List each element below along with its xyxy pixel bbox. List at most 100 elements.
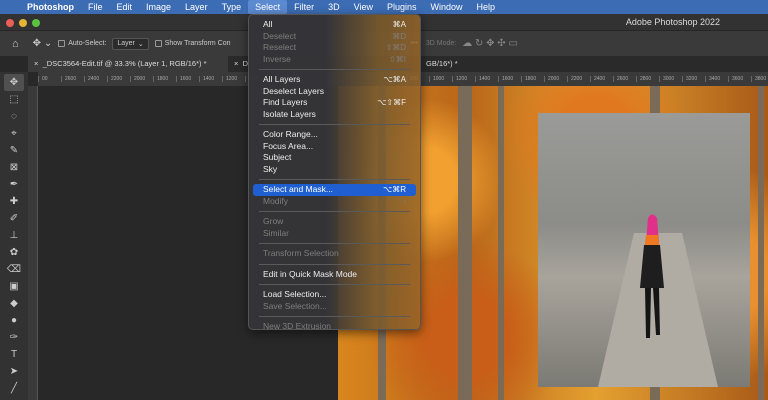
tool-icon-4[interactable]: ✎: [4, 142, 24, 159]
zoom-button[interactable]: [32, 19, 40, 27]
3d-tools-icons[interactable]: ☁ ↻ ✥ ✣ ▭: [462, 38, 518, 49]
3d-mode-label: 3D Mode:: [425, 40, 457, 47]
menu-help[interactable]: Help: [470, 0, 503, 14]
ruler-tick: 2600: [61, 76, 84, 82]
menu-item-label: Load Selection...: [263, 289, 327, 299]
tool-icon-8[interactable]: ✐: [4, 210, 24, 227]
ruler-tick: 2800: [636, 76, 659, 82]
menu-image[interactable]: Image: [139, 0, 178, 14]
home-icon[interactable]: ⌂: [12, 38, 19, 50]
menu-item-label: Modify: [263, 195, 289, 206]
menu-photoshop[interactable]: Photoshop: [20, 0, 81, 14]
layer-dropdown[interactable]: Layer ⌄: [112, 37, 149, 50]
tool-icon-1[interactable]: ⬚: [4, 91, 24, 108]
ruler-tick: 2200: [567, 76, 590, 82]
tool-icon-6[interactable]: ✒: [4, 176, 24, 193]
menu-item-label: Edit in Quick Mask Mode: [263, 268, 358, 279]
tool-icon-11[interactable]: ⌫: [4, 261, 24, 278]
menu-layer[interactable]: Layer: [178, 0, 215, 14]
menu-item-label: Sky: [263, 163, 278, 174]
tool-icon-18[interactable]: ╱: [4, 380, 24, 397]
apple-icon[interactable]: [0, 0, 20, 14]
ruler-tick: 3000: [659, 76, 682, 82]
menu-item-label: New 3D Extrusion: [263, 321, 332, 331]
tool-icon-12[interactable]: ▣: [4, 278, 24, 295]
menu-select[interactable]: Select: [248, 0, 288, 14]
menu-item-label: Deselect: [263, 30, 297, 41]
ruler-tick: 2200: [107, 76, 130, 82]
select-menu-dropdown: All ⌘A Deselect ⌘D Reselect ⇧⌘D Inverse ⇧⌘I All …: [248, 14, 421, 331]
tool-icon-5[interactable]: ⊠: [4, 159, 24, 176]
tool-icon-2[interactable]: ◌: [4, 108, 24, 125]
move-tool-icon[interactable]: ✥ ⌄: [33, 38, 53, 49]
menu-item-subject[interactable]: Subject: [253, 152, 416, 164]
person-figure: [640, 214, 664, 338]
menu-view[interactable]: View: [347, 0, 380, 14]
tool-icon-10[interactable]: ✿: [4, 244, 24, 261]
menu-edit[interactable]: Edit: [110, 0, 140, 14]
menu-item-sky[interactable]: Sky: [253, 164, 416, 176]
menu-item-all[interactable]: All ⌘A: [253, 19, 416, 31]
menu-file[interactable]: File: [81, 0, 110, 14]
menu-item-shortcut: ⌥⇧⌘F: [377, 98, 406, 107]
menu-bar: Photoshop File Edit Image Layer Type Select Fil…: [0, 0, 768, 14]
show-transform-checkbox[interactable]: Show Transform Con: [154, 40, 231, 47]
menu-item-label: All: [263, 19, 273, 29]
menu-item-label: Reselect: [263, 42, 297, 52]
tool-icon-15[interactable]: ✑: [4, 329, 24, 346]
close-button[interactable]: [6, 19, 14, 27]
menu-item-shortcut: ⇧⌘D: [385, 43, 406, 52]
menu-item-load-selection[interactable]: Load Selection...: [253, 289, 416, 301]
menu-type[interactable]: Type: [215, 0, 249, 14]
menu-item-similar: Similar: [253, 228, 416, 240]
ruler-tick: 2400: [590, 76, 613, 82]
menu-item-label: Subject: [263, 152, 292, 162]
ruler-tick: 1200: [222, 76, 245, 82]
menu-item-shortcut: ⌘A: [392, 20, 406, 29]
tool-icon-16[interactable]: T: [4, 346, 24, 363]
menu-separator: [259, 316, 410, 317]
foggy-path-layer[interactable]: [538, 113, 750, 387]
menu-separator: [259, 69, 410, 70]
menu-3d[interactable]: 3D: [321, 0, 347, 14]
show-transform-label: Show Transform Con: [164, 40, 231, 47]
menu-item-color-range[interactable]: Color Range...: [253, 129, 416, 141]
menu-item-isolate-layers[interactable]: Isolate Layers: [253, 109, 416, 121]
tool-icon-7[interactable]: ✚: [4, 193, 24, 210]
tool-icon-17[interactable]: ➤: [4, 363, 24, 380]
ruler-tick: 1400: [475, 76, 498, 82]
menu-item-shortcut: ⌘D: [392, 31, 406, 41]
window-title: Adobe Photoshop 2022: [625, 17, 720, 27]
ruler-tick: 1600: [498, 76, 521, 82]
tab-document-1[interactable]: × _DSC3564-Edit.tif @ 33.3% (Layer 1, RG…: [28, 56, 228, 72]
tool-icon-9[interactable]: ⊥: [4, 227, 24, 244]
tool-icon-14[interactable]: ●: [4, 312, 24, 329]
tab-document-3[interactable]: GB/16*) *: [420, 56, 464, 72]
tool-icon-13[interactable]: ◆: [4, 295, 24, 312]
menu-item-focus-area[interactable]: Focus Area...: [253, 141, 416, 153]
menu-separator: [259, 211, 410, 212]
menu-item-find-layers[interactable]: Find Layers ⌥⇧⌘F: [253, 97, 416, 109]
menu-item-transform-selection: Transform Selection: [253, 248, 416, 260]
menu-plugins[interactable]: Plugins: [380, 0, 424, 14]
menu-item-label: Deselect Layers: [263, 85, 324, 96]
menu-window[interactable]: Window: [424, 0, 470, 14]
menu-item-grow: Grow: [253, 216, 416, 228]
menu-item-deselect-layers[interactable]: Deselect Layers: [253, 86, 416, 98]
tool-icon-3[interactable]: ⌖: [4, 125, 24, 142]
menu-item-label: Color Range...: [263, 129, 318, 139]
menu-filter[interactable]: Filter: [287, 0, 321, 14]
ruler-tick: 2600: [613, 76, 636, 82]
menu-item-label: Isolate Layers: [263, 108, 316, 119]
menu-item-modify: Modify ›: [253, 196, 416, 208]
auto-select-checkbox[interactable]: Auto-Select:: [58, 40, 106, 47]
menu-separator: [259, 124, 410, 125]
minimize-button[interactable]: [19, 19, 27, 27]
menu-item-label: Grow: [263, 216, 284, 226]
menu-item-edit-in-quick-mask-mode[interactable]: Edit in Quick Mask Mode: [253, 269, 416, 281]
auto-select-label: Auto-Select:: [68, 40, 107, 47]
menu-item-all-layers[interactable]: All Layers ⌥⌘A: [253, 74, 416, 86]
ruler-tick: 3400: [705, 76, 728, 82]
menu-item-select-and-mask[interactable]: Select and Mask... ⌥⌘R: [253, 184, 416, 196]
tool-icon-0[interactable]: ✥: [4, 74, 24, 91]
